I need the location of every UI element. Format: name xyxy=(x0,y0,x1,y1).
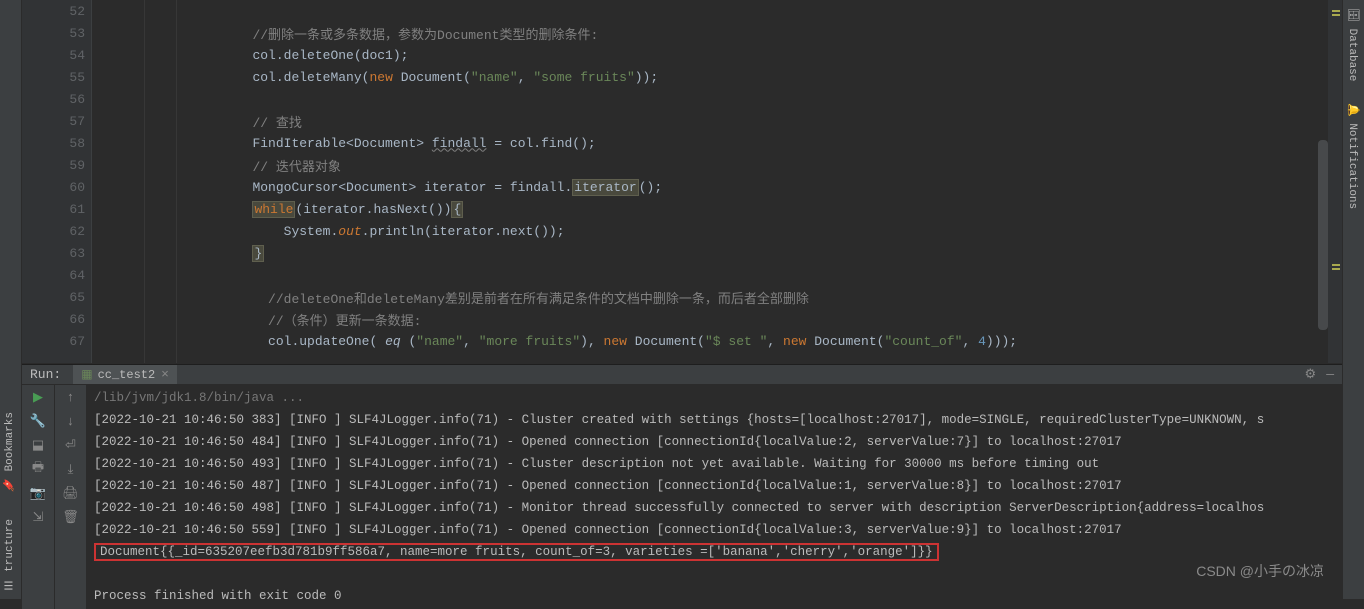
code-line[interactable]: System.out.println(iterator.next()); xyxy=(92,220,1342,242)
code-line[interactable]: //（条件）更新一条数据: xyxy=(92,308,1342,330)
database-tab[interactable]: 🗄 Database xyxy=(1343,0,1363,89)
structure-label: tructure xyxy=(4,519,16,572)
stop-icon[interactable]: 🔧 xyxy=(30,413,46,429)
code-line[interactable]: } xyxy=(92,242,1342,264)
code-line[interactable]: // 查找 xyxy=(92,110,1342,132)
run-toolbar-secondary: ↑ ↓ ⏎ ⤓ 🖨 🗑 xyxy=(54,385,86,609)
gutter-line: 61 xyxy=(22,198,91,220)
up-icon[interactable]: ↑ xyxy=(63,389,79,405)
notifications-label: Notifications xyxy=(1346,123,1358,209)
run-header-actions: ⚙ — xyxy=(1305,367,1334,382)
expand-icon[interactable]: ⇲ xyxy=(30,509,46,525)
gutter-line: 65 xyxy=(22,286,91,308)
bell-icon: 🔔 xyxy=(1346,103,1358,117)
run-toolbar-left: ▶ 🔧 ⬓ 🖶 📷 ⇲ xyxy=(22,385,54,609)
gutter-line: 54 xyxy=(22,44,91,66)
run-tab-name: cc_test2 xyxy=(98,368,156,382)
console-line: [2022-10-21 10:46:50 484] [INFO ] SLF4JL… xyxy=(94,431,1334,453)
code-line[interactable]: //删除一条或多条数据，参数为Document类型的删除条件: xyxy=(92,22,1342,44)
code-line[interactable]: col.updateOne( eq ("name", "more fruits"… xyxy=(92,330,1342,352)
console-line: [2022-10-21 10:46:50 559] [INFO ] SLF4JL… xyxy=(94,519,1334,541)
right-tool-strip: 🗄 Database 🔔 Notifications xyxy=(1342,0,1364,599)
scrollbar-thumb[interactable] xyxy=(1318,140,1328,330)
close-icon[interactable]: × xyxy=(161,367,169,382)
gutter-line: 55 xyxy=(22,66,91,88)
console-line: Process finished with exit code 0 xyxy=(94,585,1334,607)
gutter-line: 57 xyxy=(22,110,91,132)
bookmark-icon: 🔖 xyxy=(4,478,16,491)
console-line: [2022-10-21 10:46:50 487] [INFO ] SLF4JL… xyxy=(94,475,1334,497)
camera-icon[interactable]: 📷 xyxy=(30,485,46,501)
layout-icon[interactable]: ⬓ xyxy=(30,437,46,453)
notifications-tab[interactable]: 🔔 Notifications xyxy=(1343,95,1363,217)
gutter-line: 58 xyxy=(22,132,91,154)
gear-icon[interactable]: ⚙ xyxy=(1305,367,1317,382)
code-line[interactable] xyxy=(92,0,1342,22)
warning-marker[interactable] xyxy=(1332,14,1340,16)
run-label: Run: xyxy=(30,367,61,382)
gutter-line: 60 xyxy=(22,176,91,198)
code-line[interactable]: while(iterator.hasNext()){ xyxy=(92,198,1342,220)
trash-icon[interactable]: 🗑 xyxy=(63,509,79,525)
scroll-icon[interactable]: ⤓ xyxy=(63,461,79,477)
code-line[interactable]: //deleteOne和deleteMany差别是前者在所有满足条件的文档中删除… xyxy=(92,286,1342,308)
code-line[interactable]: col.deleteMany(new Document("name", "som… xyxy=(92,66,1342,88)
code-line[interactable]: // 迭代器对象 xyxy=(92,154,1342,176)
gutter-line: 53 xyxy=(22,22,91,44)
code-line[interactable] xyxy=(92,88,1342,110)
warning-marker[interactable] xyxy=(1332,264,1340,266)
left-tool-strip: 🔖 Bookmarks ☰ tructure xyxy=(0,0,22,599)
down-icon[interactable]: ↓ xyxy=(63,413,79,429)
gutter: 52535455565758596061626364656667 xyxy=(22,0,92,363)
structure-icon: ☰ xyxy=(4,578,16,591)
pin-icon[interactable]: 🖶 xyxy=(30,461,46,477)
gutter-line: 63 xyxy=(22,242,91,264)
database-icon: 🗄 xyxy=(1346,8,1358,22)
run-header: Run: ▦ cc_test2 × ⚙ — xyxy=(22,365,1342,385)
rerun-icon[interactable]: ▶ xyxy=(30,389,46,405)
gutter-line: 66 xyxy=(22,308,91,330)
wrap-icon[interactable]: ⏎ xyxy=(63,437,79,453)
code-line[interactable]: MongoCursor<Document> iterator = findall… xyxy=(92,176,1342,198)
run-body: ▶ 🔧 ⬓ 🖶 📷 ⇲ ↑ ↓ ⏎ ⤓ 🖨 🗑 /lib/jvm/jdk1.8/… xyxy=(22,385,1342,609)
console-line: [2022-10-21 10:46:50 493] [INFO ] SLF4JL… xyxy=(94,453,1334,475)
indent-guide xyxy=(176,0,177,363)
run-tab[interactable]: ▦ cc_test2 × xyxy=(73,365,177,384)
console-line: [2022-10-21 10:46:50 498] [INFO ] SLF4JL… xyxy=(94,497,1334,519)
structure-tab[interactable]: ☰ tructure xyxy=(0,511,19,599)
gutter-line: 67 xyxy=(22,330,91,352)
bookmarks-tab[interactable]: 🔖 Bookmarks xyxy=(0,404,19,499)
print-icon[interactable]: 🖨 xyxy=(63,485,79,501)
console-line: Document{{_id=635207eefb3d781b9ff586a7, … xyxy=(94,541,1334,563)
editor-scrollbar[interactable] xyxy=(1318,0,1328,363)
marker-strip xyxy=(1328,0,1342,363)
code-line[interactable]: col.deleteOne(doc1); xyxy=(92,44,1342,66)
indent-guide xyxy=(144,0,145,363)
bookmarks-label: Bookmarks xyxy=(4,412,16,471)
gutter-line: 52 xyxy=(22,0,91,22)
code-area[interactable]: //删除一条或多条数据，参数为Document类型的删除条件: col.dele… xyxy=(92,0,1342,363)
watermark: CSDN @小手の冰凉 xyxy=(1196,561,1324,581)
gutter-line: 59 xyxy=(22,154,91,176)
gutter-line: 62 xyxy=(22,220,91,242)
warning-marker[interactable] xyxy=(1332,10,1340,12)
run-panel: Run: ▦ cc_test2 × ⚙ — ▶ 🔧 ⬓ 🖶 📷 ⇲ ↑ ↓ ⏎ … xyxy=(22,364,1342,599)
console-line: [2022-10-21 10:46:50 383] [INFO ] SLF4JL… xyxy=(94,409,1334,431)
console-line: /lib/jvm/jdk1.8/bin/java ... xyxy=(94,387,1334,409)
run-config-icon: ▦ xyxy=(81,367,92,382)
gutter-line: 64 xyxy=(22,264,91,286)
code-line[interactable] xyxy=(92,264,1342,286)
console-line xyxy=(94,563,1334,585)
minimize-icon[interactable]: — xyxy=(1326,367,1334,382)
warning-marker[interactable] xyxy=(1332,268,1340,270)
database-label: Database xyxy=(1346,29,1358,82)
editor-area: 52535455565758596061626364656667 //删除一条或… xyxy=(22,0,1342,363)
console-output[interactable]: /lib/jvm/jdk1.8/bin/java ...[2022-10-21 … xyxy=(86,385,1342,609)
code-line[interactable]: FindIterable<Document> findall = col.fin… xyxy=(92,132,1342,154)
gutter-line: 56 xyxy=(22,88,91,110)
